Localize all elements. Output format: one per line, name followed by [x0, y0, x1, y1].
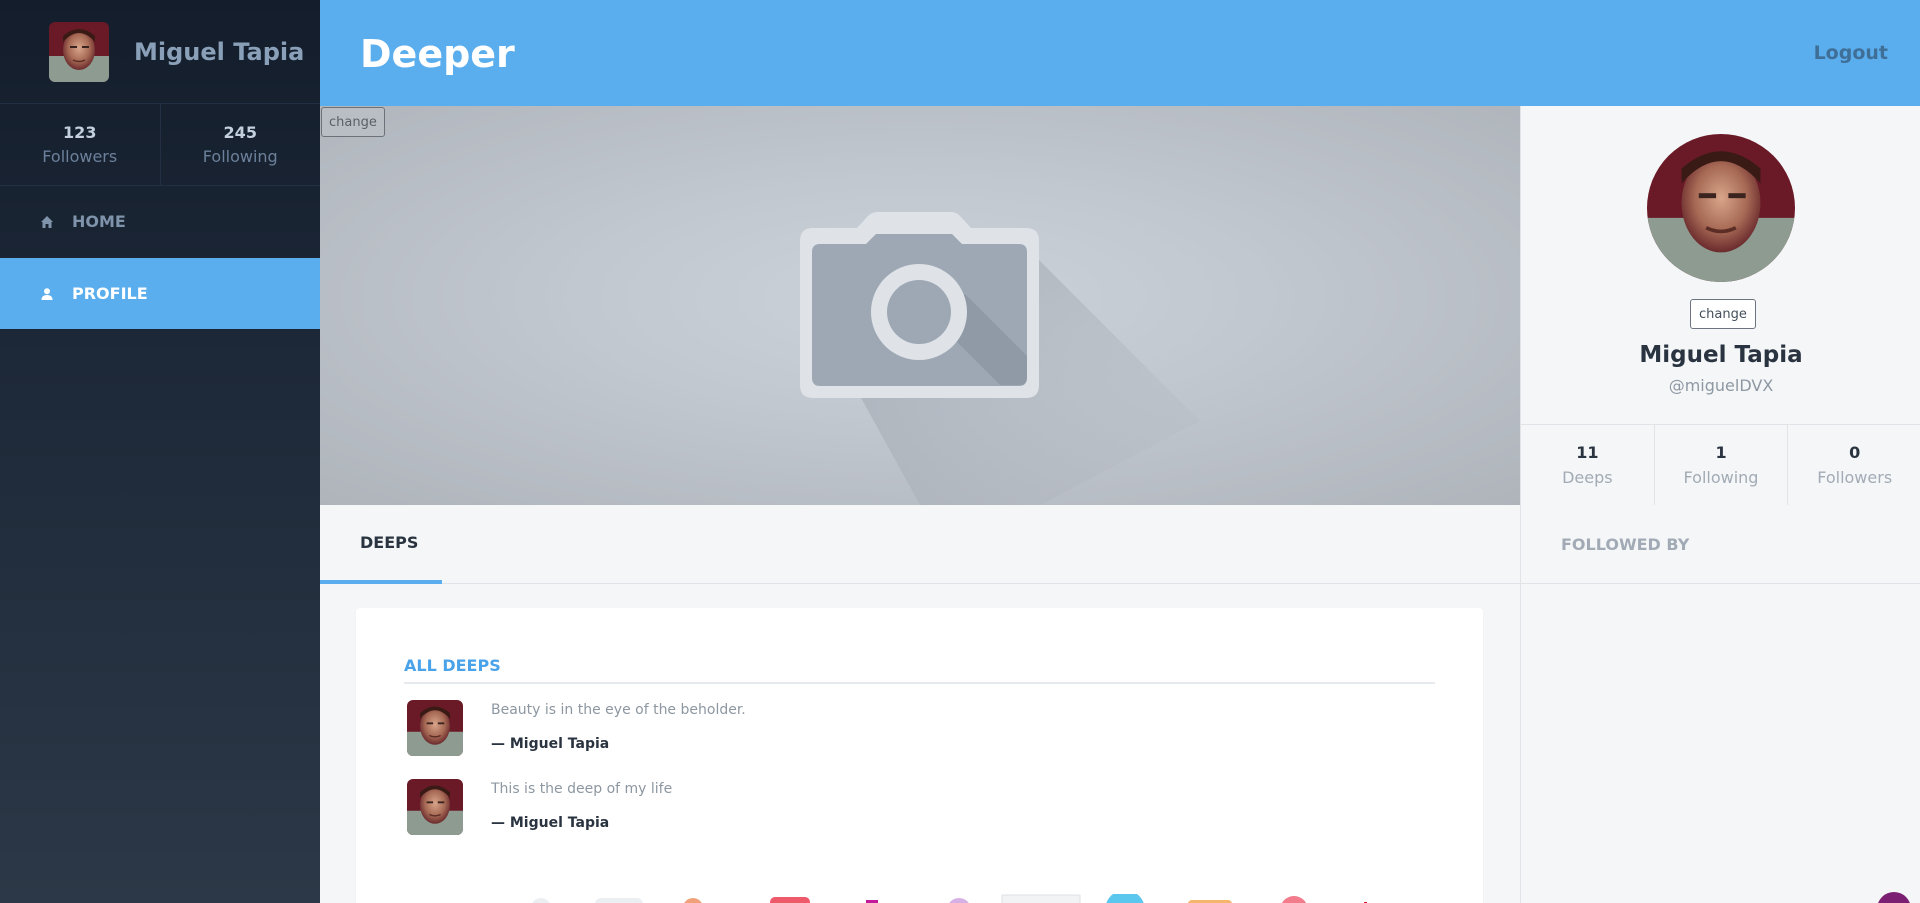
- profile-stats: 11 Deeps 1 Following 0 Followers: [1521, 424, 1920, 505]
- deep-avatar[interactable]: [407, 700, 463, 756]
- stat-value: 1: [1715, 443, 1727, 462]
- app-icons-strip: [532, 894, 1367, 903]
- app-brand[interactable]: Deeper: [360, 32, 515, 76]
- tab-deeps[interactable]: DEEPS: [320, 505, 442, 584]
- sidebar-user: Miguel Tapia: [0, 0, 320, 104]
- deep-author: — Miguel Tapia: [491, 815, 610, 831]
- divider: [404, 682, 1435, 684]
- sidebar-stats: 123 Followers 245 Following: [0, 104, 320, 186]
- nav-item-label: HOME: [72, 212, 126, 231]
- sidebar: Miguel Tapia 123 Followers 245 Following…: [0, 0, 320, 903]
- deep-text: Beauty is in the eye of the beholder.: [491, 702, 746, 718]
- stat-label: Deeps: [1562, 468, 1613, 487]
- profile-stat-following[interactable]: 1 Following: [1653, 425, 1788, 505]
- followed-by-heading: FOLLOWED BY: [1520, 505, 1920, 584]
- deeps-panel: ALL DEEPS Beauty is in the eye of the be…: [356, 608, 1483, 903]
- stat-value: 123: [63, 123, 97, 142]
- deep-text: This is the deep of my life: [491, 781, 673, 797]
- sidebar-stat-followers[interactable]: 123 Followers: [0, 104, 160, 185]
- sidebar-stat-following[interactable]: 245 Following: [159, 104, 321, 185]
- nav-item-profile[interactable]: PROFILE: [0, 258, 320, 330]
- profile-card: change Miguel Tapia @miguelDVX 11 Deeps …: [1520, 106, 1920, 505]
- profile-tabs: DEEPS: [320, 505, 1520, 584]
- sidebar-avatar[interactable]: [49, 22, 109, 82]
- stat-label: Followers: [1817, 468, 1893, 487]
- stat-value: 245: [223, 123, 257, 142]
- all-deeps-heading[interactable]: ALL DEEPS: [404, 656, 501, 675]
- profile-name: Miguel Tapia: [1639, 342, 1803, 368]
- stat-value: 11: [1576, 443, 1599, 462]
- stat-value: 0: [1849, 443, 1861, 462]
- nav-item-label: PROFILE: [72, 284, 148, 303]
- stat-label: Followers: [42, 147, 118, 166]
- profile-avatar[interactable]: [1647, 134, 1795, 282]
- deep-author: — Miguel Tapia: [491, 736, 610, 752]
- profile-stat-followers[interactable]: 0 Followers: [1787, 425, 1920, 505]
- camera-icon: [800, 212, 1200, 505]
- deep-item[interactable]: Beauty is in the eye of the beholder. — …: [407, 700, 1307, 756]
- followed-by-list: [1520, 584, 1920, 903]
- profile-stat-deeps[interactable]: 11 Deeps: [1521, 425, 1654, 505]
- sidebar-user-name[interactable]: Miguel Tapia: [134, 38, 304, 66]
- cover-image: change: [320, 106, 1520, 505]
- home-icon: [40, 215, 54, 229]
- top-header: Deeper Logout: [320, 0, 1920, 106]
- stat-label: Following: [202, 147, 278, 166]
- user-icon: [40, 287, 54, 301]
- avatar-change-button[interactable]: change: [1690, 299, 1756, 329]
- deep-avatar[interactable]: [407, 779, 463, 835]
- nav-item-home[interactable]: HOME: [0, 186, 320, 258]
- stat-label: Following: [1683, 468, 1759, 487]
- logout-link[interactable]: Logout: [1814, 42, 1888, 64]
- profile-handle: @miguelDVX: [1668, 376, 1774, 395]
- deep-item[interactable]: This is the deep of my life — Miguel Tap…: [407, 779, 1307, 835]
